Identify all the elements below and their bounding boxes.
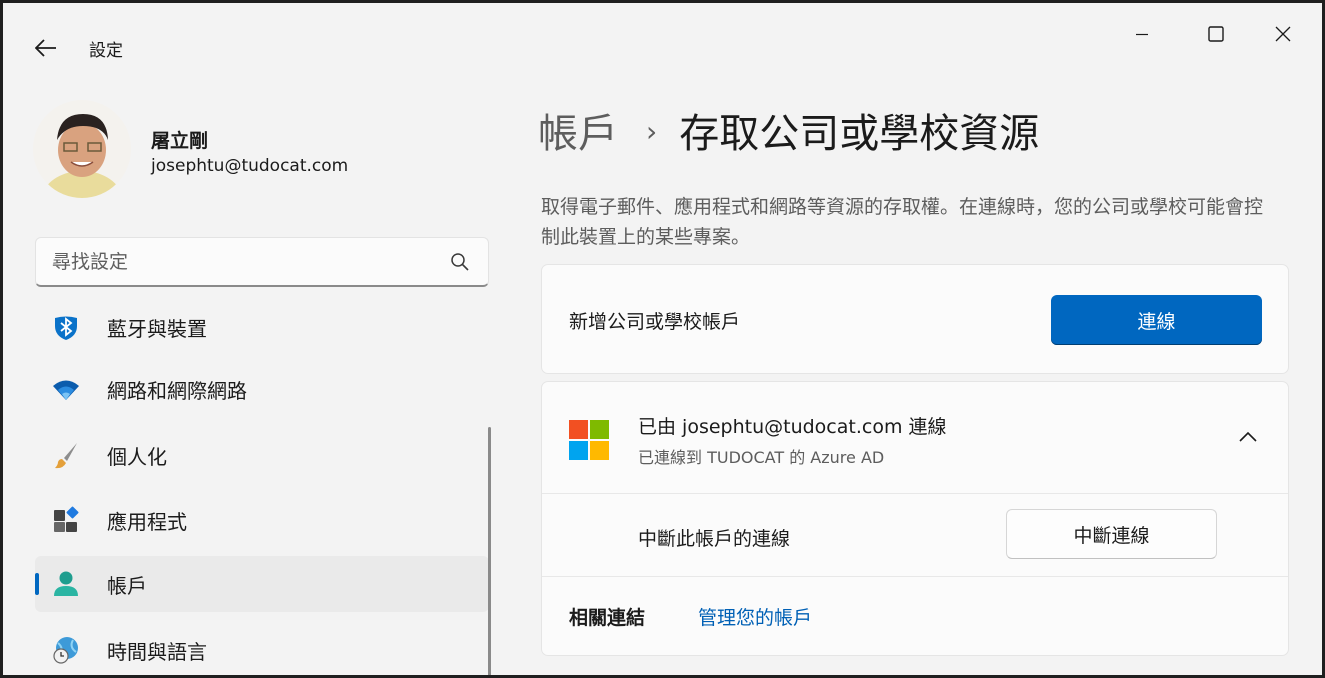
chevron-up-icon[interactable] xyxy=(1238,428,1258,447)
account-subtitle: 已連線到 TUDOCAT 的 Azure AD xyxy=(638,448,885,467)
sidebar-nav: 藍牙與裝置 網路和網際網路 個人化 應用程式 帳戶 時間與語言 xyxy=(3,303,503,675)
avatar[interactable] xyxy=(33,100,131,198)
user-photo-icon xyxy=(33,100,131,198)
user-name: 屠立剛 xyxy=(151,130,209,152)
account-title: 已由 josephtu@tudocat.com 連線 xyxy=(638,416,947,438)
add-account-label: 新增公司或學校帳戶 xyxy=(569,311,741,333)
page-title: 存取公司或學校資源 xyxy=(679,111,1040,157)
search-input[interactable] xyxy=(50,238,434,286)
sidebar-item-label: 應用程式 xyxy=(107,510,187,534)
microsoft-logo-icon xyxy=(569,420,609,460)
arrow-left-icon xyxy=(35,39,56,57)
related-links-label: 相關連結 xyxy=(569,607,646,629)
search-icon[interactable] xyxy=(450,252,470,276)
disconnect-button[interactable]: 中斷連線 xyxy=(1006,509,1217,559)
sidebar-scrollbar[interactable] xyxy=(488,427,491,675)
sidebar-item-label: 時間與語言 xyxy=(107,640,207,664)
sidebar-item-label: 帳戶 xyxy=(107,574,147,598)
minimize-button[interactable] xyxy=(1119,17,1165,51)
sidebar-item-label: 網路和網際網路 xyxy=(107,379,247,403)
paintbrush-icon xyxy=(55,443,77,469)
divider xyxy=(542,493,1288,494)
add-account-card: 新增公司或學校帳戶 連線 xyxy=(541,264,1289,374)
sidebar-item-time-language[interactable]: 時間與語言 xyxy=(35,622,489,675)
page-description: 取得電子郵件、應用程式和網路等資源的存取權。在連線時，您的公司或學校可能會控制此… xyxy=(541,196,1264,248)
globe-clock-icon xyxy=(53,637,78,664)
selection-indicator xyxy=(35,573,39,595)
app-title: 設定 xyxy=(89,41,123,61)
accounts-icon xyxy=(54,571,78,596)
close-button[interactable] xyxy=(1260,17,1306,51)
manage-account-link[interactable]: 管理您的帳戶 xyxy=(698,603,812,630)
maximize-icon xyxy=(1208,26,1224,42)
connected-account-card: 已由 josephtu@tudocat.com 連線 已連線到 TUDOCAT … xyxy=(541,381,1289,656)
wifi-icon xyxy=(53,380,79,400)
maximize-button[interactable] xyxy=(1193,17,1239,51)
sidebar-item-bluetooth[interactable]: 藍牙與裝置 xyxy=(35,303,489,355)
connect-button[interactable]: 連線 xyxy=(1051,295,1262,345)
sidebar-item-apps[interactable]: 應用程式 xyxy=(35,492,489,548)
breadcrumb-parent[interactable]: 帳戶 xyxy=(538,111,618,157)
close-icon xyxy=(1275,26,1291,42)
breadcrumb: 帳戶 › 存取公司或學校資源 xyxy=(538,101,1039,159)
sidebar-item-network[interactable]: 網路和網際網路 xyxy=(35,361,489,417)
disconnect-label: 中斷此帳戶的連線 xyxy=(638,528,791,550)
bluetooth-icon xyxy=(55,316,77,340)
user-email: josephtu@tudocat.com xyxy=(151,156,349,176)
minimize-icon xyxy=(1136,33,1148,36)
search-box[interactable] xyxy=(35,237,489,287)
settings-window: 設定 屠立剛 josephtu@tudocat.com 尋找設定 藍牙與裝置 網… xyxy=(0,0,1325,678)
sidebar-item-accounts[interactable]: 帳戶 xyxy=(35,556,489,612)
apps-icon xyxy=(54,506,79,532)
sidebar-item-personalization[interactable]: 個人化 xyxy=(35,427,489,483)
back-button[interactable] xyxy=(31,33,61,63)
sidebar-item-label: 藍牙與裝置 xyxy=(107,317,207,341)
title-bar: 設定 xyxy=(3,3,1322,83)
divider xyxy=(542,576,1288,577)
breadcrumb-separator: › xyxy=(646,115,658,148)
sidebar-item-label: 個人化 xyxy=(107,445,167,469)
